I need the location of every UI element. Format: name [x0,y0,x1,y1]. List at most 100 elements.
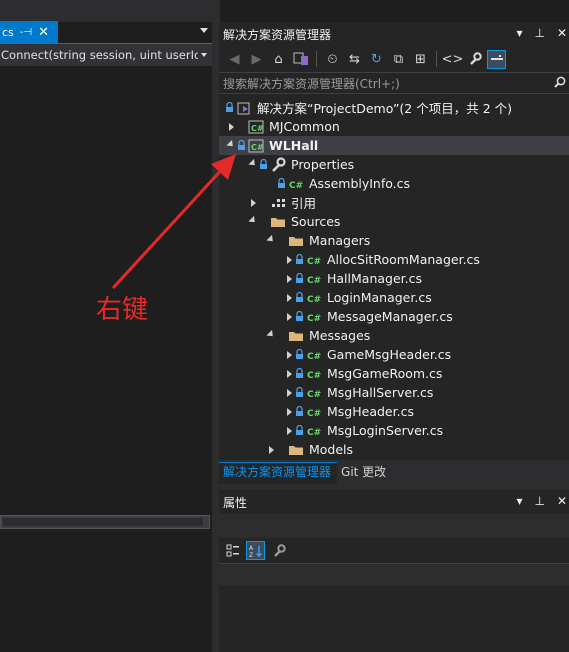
expand-arrow-icon[interactable] [283,292,295,304]
window-position-icon[interactable]: ▾ [516,26,522,40]
tree-item[interactable]: Managers [219,231,569,250]
tree-item[interactable]: C# AllocSitRoomManager.cs [219,250,569,269]
alphabetical-icon[interactable]: AZ [246,541,265,560]
pin-icon[interactable]: ⊥ [534,494,544,508]
close-icon[interactable]: ✕ [557,26,567,40]
csharp-file-icon: C# [306,290,322,306]
properties-grid-header [219,564,569,586]
preview-selected-items-icon[interactable] [487,49,506,69]
svg-text:A: A [249,545,254,552]
tree-item-label: AllocSitRoomManager.cs [327,252,480,267]
properties-toolbar: AZ [219,538,288,563]
tree-item-label: Properties [291,157,355,172]
member-navigation-dropdown[interactable]: Connect(string session, uint userIc [0,43,212,66]
properties-object-selector[interactable] [219,514,569,538]
collapse-arrow-icon[interactable] [247,216,259,228]
properties-wrench-icon[interactable] [465,50,484,69]
source-control-lock-icon [295,368,304,379]
editor-tab[interactable]: cs -⊣ ✕ [0,21,58,43]
categorized-icon[interactable] [223,541,242,560]
expand-arrow-icon[interactable] [265,444,277,456]
home-icon[interactable]: ⌂ [269,50,288,69]
source-control-lock-icon [295,425,304,436]
tab-git-changes[interactable]: Git 更改 [337,463,392,484]
tree-item[interactable]: Messages [219,326,569,345]
tree-item[interactable]: C# GameMsgHeader.cs [219,345,569,364]
property-pages-wrench-icon[interactable] [269,541,288,560]
refresh-icon[interactable]: ↻ [367,50,386,69]
collapse-arrow-icon[interactable] [225,140,237,152]
expand-arrow-icon[interactable] [283,406,295,418]
svg-text:C#: C# [307,276,321,286]
tab-solution-explorer[interactable]: 解决方案资源管理器 [219,462,338,484]
tree-item[interactable]: C# WLHall [219,136,569,155]
sync-with-active-document-icon[interactable]: ⇆ [345,50,364,69]
tree-item[interactable]: C# MsgGameRoom.cs [219,364,569,383]
tree-item[interactable]: Sources [219,212,569,231]
tree-item-label: Messages [309,328,371,343]
window-position-icon[interactable]: ▾ [516,494,522,508]
expand-arrow-icon[interactable] [283,311,295,323]
tree-item-label: MsgHeader.cs [327,404,414,419]
editor-tab-name: cs [2,25,14,39]
horizontal-scrollbar[interactable] [0,515,210,529]
tree-item[interactable]: 引用 [219,193,569,212]
tree-item-label: MsgGameRoom.cs [327,366,443,381]
tree-item[interactable]: C# AssemblyInfo.cs [219,174,569,193]
tree-item-label: AssemblyInfo.cs [309,176,411,191]
tree-item[interactable]: C# HallManager.cs [219,269,569,288]
collapse-arrow-icon[interactable] [247,159,259,171]
expand-arrow-icon[interactable] [283,387,295,399]
source-control-lock-icon [295,349,304,360]
tree-item-label: MessageManager.cs [327,309,453,324]
switch-views-icon[interactable] [291,50,310,69]
pin-icon[interactable]: ⊥ [534,26,544,40]
tree-item[interactable]: C# MsgLoginServer.cs [219,421,569,440]
tree-item-label: 解决方案“ProjectDemo”(2 个项目，共 2 个) [257,101,512,116]
show-all-files-icon[interactable]: ⊞ [411,50,430,69]
tree-item[interactable]: C# MsgHeader.cs [219,402,569,421]
pending-changes-filter-icon[interactable]: ⏲ [323,50,342,69]
close-icon[interactable]: ✕ [557,494,567,508]
solution-explorer-tabs: 解决方案资源管理器 Git 更改 [219,460,569,484]
chevron-down-icon[interactable] [200,28,208,33]
tree-item-label: Managers [309,233,371,248]
expand-arrow-icon[interactable] [283,273,295,285]
source-control-lock-icon [295,292,304,303]
search-icon[interactable] [554,76,566,88]
collapse-all-icon[interactable]: ⧉ [389,50,408,69]
search-placeholder: 搜索解决方案资源管理器(Ctrl+;) [223,76,400,91]
expand-arrow-icon[interactable] [247,197,259,209]
csharp-file-icon: C# [306,366,322,382]
scrollbar-thumb[interactable] [3,518,203,526]
pin-icon[interactable]: -⊣ [20,27,32,38]
tree-item[interactable]: C# MJCommon [219,117,569,136]
forward-icon[interactable]: ▶ [247,50,266,69]
tree-item[interactable]: 解决方案“ProjectDemo”(2 个项目，共 2 个) [219,98,569,117]
tree-item[interactable]: Properties [219,155,569,174]
wrench-icon [270,156,286,173]
expand-arrow-icon[interactable] [283,349,295,361]
close-icon[interactable]: ✕ [38,25,49,40]
pane-title: 解决方案资源管理器 [223,27,332,42]
expand-arrow-icon[interactable] [225,121,237,133]
tree-item[interactable]: Models [219,440,569,459]
tree-item[interactable]: C# MsgHallServer.cs [219,383,569,402]
expand-arrow-icon[interactable] [283,254,295,266]
solution-explorer-search-input[interactable]: 搜索解决方案资源管理器(Ctrl+;) [219,72,569,94]
collapse-arrow-icon[interactable] [265,235,277,247]
source-control-lock-icon [295,387,304,398]
tree-item[interactable]: C# LoginManager.cs [219,288,569,307]
svg-text:C#: C# [307,390,321,400]
pane-splitter[interactable] [212,0,219,652]
tree-item[interactable]: C# MessageManager.cs [219,307,569,326]
back-icon[interactable]: ◀ [225,50,244,69]
view-code-icon[interactable]: <> [442,50,464,69]
code-editor[interactable]: cs -⊣ ✕ Connect(string session, uint use… [0,0,220,652]
tree-item-label: Models [309,442,354,457]
solution-explorer-toolbar: ◀ ▶ ⌂ ⏲ ⇆ ↻ ⧉ ⊞ <> [219,46,569,72]
expand-arrow-icon[interactable] [283,368,295,380]
collapse-arrow-icon[interactable] [265,330,277,342]
expand-arrow-icon[interactable] [283,425,295,437]
chevron-down-icon[interactable] [201,53,207,57]
